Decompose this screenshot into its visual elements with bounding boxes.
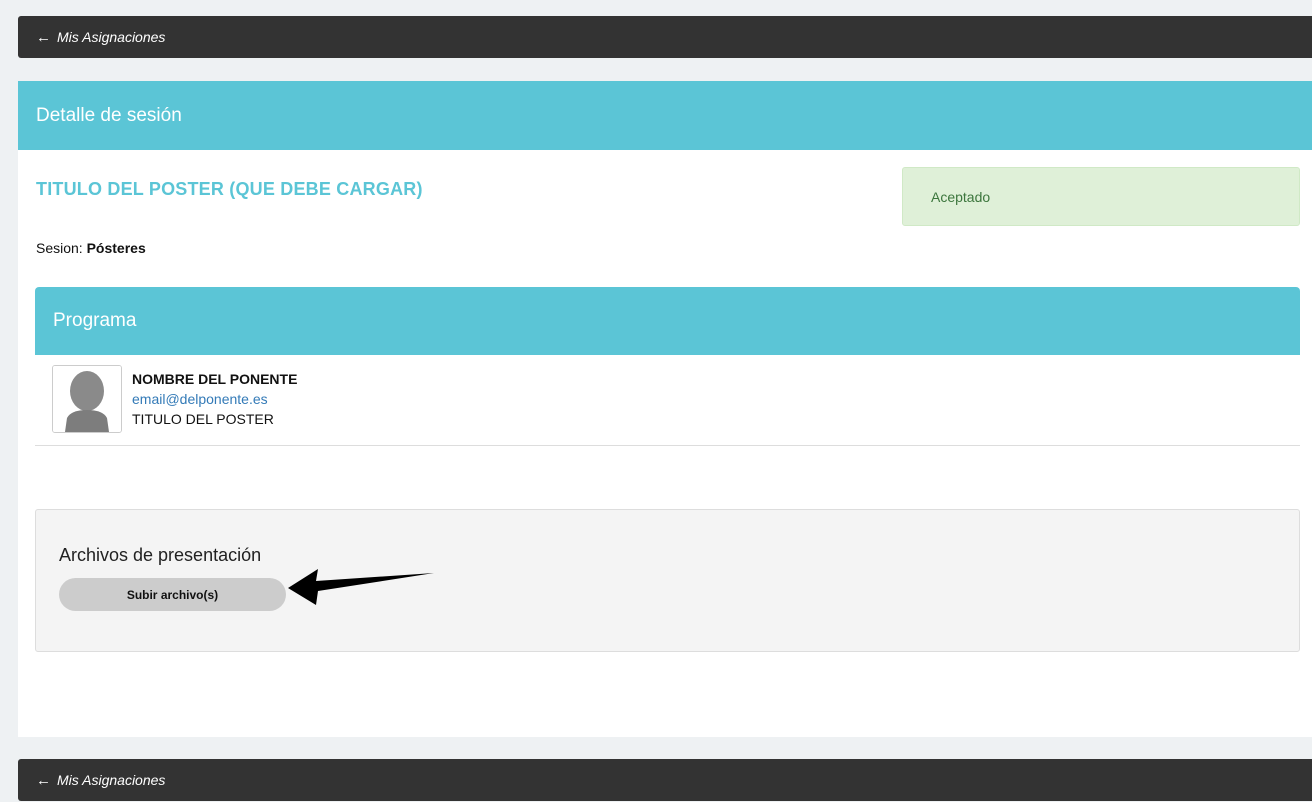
poster-title: TITULO DEL POSTER (QUE DEBE CARGAR) bbox=[36, 179, 423, 199]
annotation-arrow-icon bbox=[288, 569, 434, 605]
speaker-name: NOMBRE DEL PONENTE bbox=[132, 371, 298, 387]
session-prefix: Sesion: bbox=[36, 240, 83, 256]
upload-files-button[interactable]: Subir archivo(s) bbox=[59, 578, 286, 611]
arrow-left-icon: ← bbox=[36, 28, 51, 46]
speaker-row: NOMBRE DEL PONENTE email@delponente.es T… bbox=[35, 355, 1300, 446]
programa-header: Programa bbox=[35, 287, 1300, 355]
back-to-assignments-bottom[interactable]: ← Mis Asignaciones bbox=[18, 759, 1312, 801]
card-header: Detalle de sesión bbox=[18, 81, 1312, 150]
back-to-assignments-top[interactable]: ← Mis Asignaciones bbox=[18, 16, 1312, 58]
back-link-label: Mis Asignaciones bbox=[57, 772, 166, 788]
programa-title: Programa bbox=[53, 310, 137, 331]
speaker-poster-title: TITULO DEL POSTER bbox=[132, 411, 274, 427]
session-line: Sesion: Pósteres bbox=[36, 240, 146, 256]
session-name: Pósteres bbox=[86, 240, 146, 256]
files-title: Archivos de presentación bbox=[59, 545, 262, 565]
status-label: Aceptado bbox=[931, 188, 991, 205]
card-title: Detalle de sesión bbox=[36, 104, 182, 126]
status-badge: Aceptado bbox=[902, 167, 1300, 226]
speaker-email-link[interactable]: email@delponente.es bbox=[132, 389, 297, 409]
programa-panel: Programa NOMBRE DEL PONENTE email@delpon… bbox=[35, 287, 1300, 446]
person-silhouette-icon bbox=[53, 366, 121, 432]
session-detail-card: Detalle de sesión TITULO DEL POSTER (QUE… bbox=[18, 81, 1312, 737]
presentation-files-panel: Archivos de presentación Subir archivo(s… bbox=[35, 509, 1300, 652]
speaker-info: NOMBRE DEL PONENTE email@delponente.es T… bbox=[132, 369, 297, 429]
back-link-label: Mis Asignaciones bbox=[57, 29, 166, 45]
arrow-left-icon: ← bbox=[36, 771, 51, 789]
avatar bbox=[52, 365, 122, 433]
